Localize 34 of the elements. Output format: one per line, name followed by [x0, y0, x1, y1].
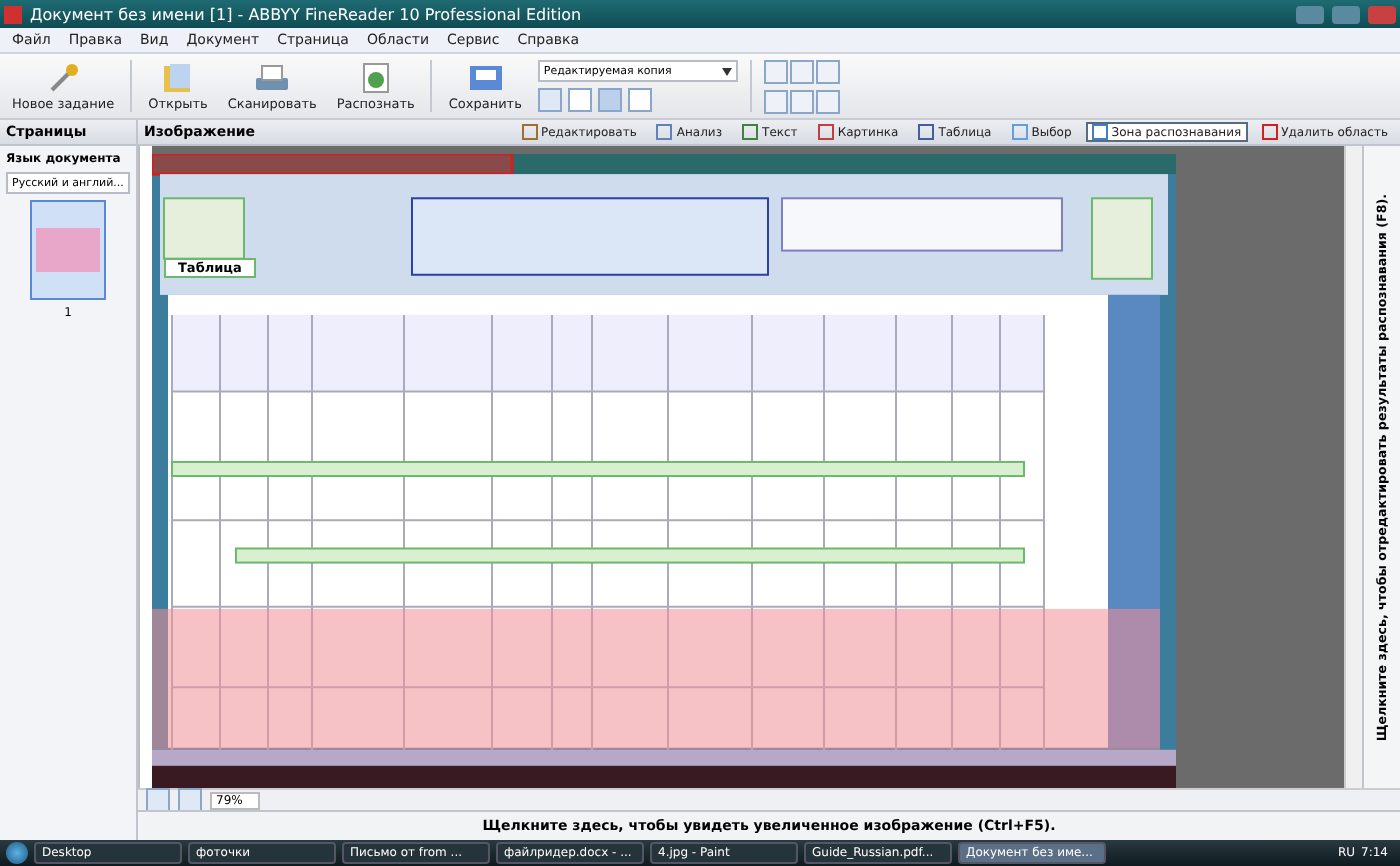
save-icon — [467, 61, 504, 93]
view-icon[interactable] — [146, 788, 170, 812]
minimize-button[interactable] — [1296, 5, 1324, 23]
layout-icon[interactable] — [597, 88, 622, 112]
wand-icon — [45, 61, 82, 93]
tool-icon — [1091, 124, 1108, 140]
page-thumbnail[interactable] — [30, 200, 106, 300]
caret-icon — [721, 67, 732, 75]
layout-icon[interactable] — [537, 88, 562, 112]
tool-icon — [742, 124, 759, 140]
app-icon — [4, 5, 22, 23]
layout-icon[interactable] — [627, 88, 652, 112]
edit-tool-icon[interactable] — [789, 59, 814, 83]
page-icon — [357, 61, 394, 93]
edit-tool-icon[interactable] — [815, 89, 840, 113]
scanner-icon — [254, 61, 291, 93]
start-button[interactable] — [6, 842, 28, 864]
edit-tool-icon[interactable] — [763, 89, 788, 113]
folder-icon — [160, 61, 196, 93]
edit-tool-icon[interactable] — [763, 59, 788, 83]
tool-icon — [521, 124, 537, 140]
close-button[interactable] — [1368, 5, 1396, 23]
edit-tool-icon[interactable] — [815, 59, 840, 83]
edit-tool-icon[interactable] — [789, 89, 814, 113]
tool-icon — [918, 124, 935, 140]
window-title: Документ без имени [1] - ABBYY FineReader 10 Professional Edition — [30, 5, 584, 23]
layout-icon[interactable] — [567, 88, 592, 112]
tool-icon — [817, 124, 834, 140]
tool-icon — [1261, 124, 1278, 140]
tool-icon — [1011, 124, 1028, 140]
view-icon[interactable] — [178, 788, 202, 812]
maximize-button[interactable] — [1332, 5, 1360, 23]
scrollbar[interactable] — [1344, 146, 1362, 788]
tool-icon — [656, 124, 673, 140]
